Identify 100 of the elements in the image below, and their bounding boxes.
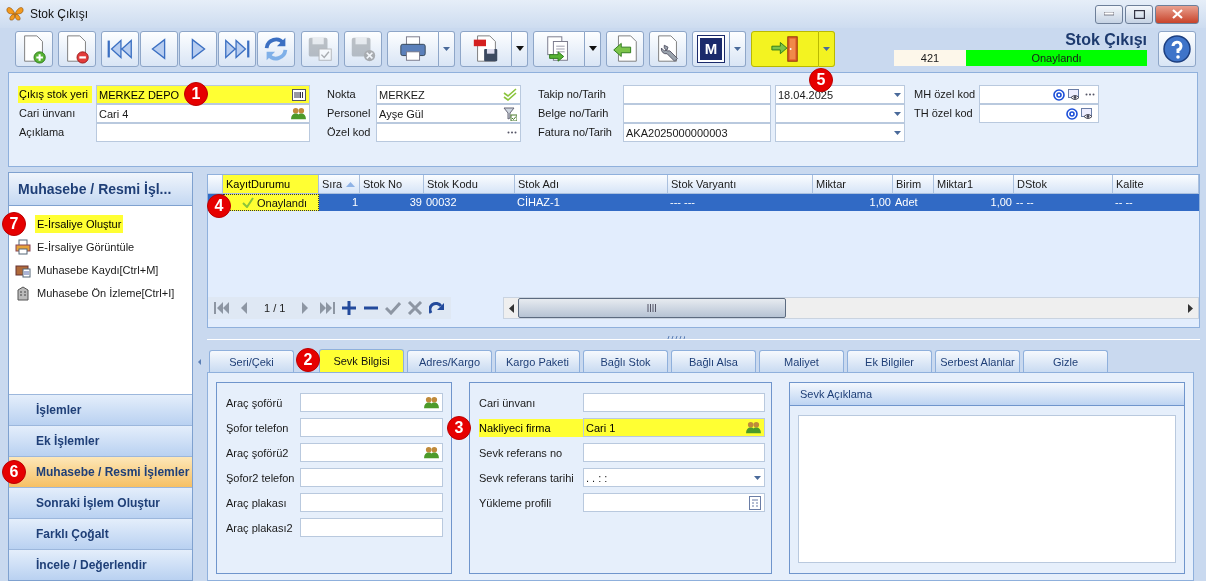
horizontal-scrollbar[interactable] xyxy=(503,297,1199,320)
eye-icon xyxy=(1068,88,1082,101)
column-header[interactable]: Stok No xyxy=(360,175,424,194)
menu-item[interactable]: Muhasebe Kaydı[Ctrl+M] xyxy=(35,261,161,280)
tab[interactable]: Bağlı Stok xyxy=(583,350,668,373)
column-header[interactable]: Stok Kodu xyxy=(424,175,515,194)
dropdown-field[interactable] xyxy=(775,104,905,124)
tab[interactable]: Sevk Bilgisi xyxy=(319,349,404,373)
tab[interactable]: Serbest Alanlar xyxy=(935,350,1020,373)
caret-icon xyxy=(754,475,761,480)
caret-icon xyxy=(894,130,901,135)
letter-button[interactable]: M xyxy=(692,30,730,67)
dropdown-field[interactable] xyxy=(775,123,905,143)
printer-icon xyxy=(398,33,428,64)
dropdown-button[interactable] xyxy=(585,30,601,67)
menu-item[interactable]: E-İrsaliye Oluştur xyxy=(35,215,124,234)
menu-item[interactable]: E-İrsaliye Görüntüle xyxy=(35,238,137,257)
tab[interactable]: Bağlı Alsa xyxy=(671,350,756,373)
input-field[interactable]: MERKEZ xyxy=(376,85,521,105)
input-field[interactable] xyxy=(376,123,521,143)
field-label: Yükleme profili xyxy=(479,495,553,511)
dropdown-field[interactable]: 18.04.2025 xyxy=(775,85,905,105)
tab[interactable]: Gizle xyxy=(1023,350,1108,373)
first-button[interactable] xyxy=(101,30,139,67)
section-button[interactable]: Sonraki İşlem Oluştur xyxy=(9,487,192,518)
input-field[interactable]: Cari 4 xyxy=(96,104,310,124)
printer-icon xyxy=(15,239,31,256)
help-button[interactable] xyxy=(1158,30,1196,67)
section-button[interactable]: İncele / Değerlendir xyxy=(9,549,192,580)
column-header[interactable]: Sıra xyxy=(319,175,360,194)
pdf-button[interactable] xyxy=(460,30,512,67)
delete-button[interactable] xyxy=(58,30,96,67)
tab[interactable]: Seri/Çeki xyxy=(209,350,294,373)
splitter-grip-icon xyxy=(667,336,685,340)
exit-button[interactable] xyxy=(751,30,819,67)
refresh-button[interactable] xyxy=(257,30,295,67)
table-cell-text: 1,00 xyxy=(989,195,1013,211)
close-button[interactable] xyxy=(1155,4,1199,24)
input-field[interactable]: Ayşe Gül xyxy=(376,104,521,124)
maximize-button[interactable] xyxy=(1125,4,1153,24)
callout-badge: 7 xyxy=(2,212,26,237)
input-field[interactable] xyxy=(623,104,771,124)
table-cell-text: 1,00 xyxy=(868,195,892,211)
new-button[interactable] xyxy=(15,30,53,67)
input-field[interactable] xyxy=(583,393,765,413)
field-label: Nakliyeci firma xyxy=(479,418,583,437)
input-field[interactable] xyxy=(300,418,443,438)
field-label: MH özel kod xyxy=(913,87,975,103)
column-header[interactable]: DStok xyxy=(1014,175,1113,194)
last-button[interactable] xyxy=(218,30,256,67)
tab[interactable]: Ek Bilgiler xyxy=(847,350,932,373)
callout-badge: 4 xyxy=(207,194,231,219)
input-field[interactable] xyxy=(583,443,765,463)
input-field[interactable] xyxy=(300,393,443,413)
tab[interactable]: Adres/Kargo xyxy=(407,350,492,373)
input-field[interactable] xyxy=(300,468,443,488)
column-header[interactable]: Stok Adı xyxy=(515,175,668,194)
column-header[interactable]: Stok Varyantı xyxy=(668,175,813,194)
column-header[interactable]: Birim xyxy=(893,175,934,194)
previous-button[interactable] xyxy=(140,30,178,67)
input-field[interactable] xyxy=(623,85,771,105)
menu-item[interactable]: Muhasebe Ön İzleme[Ctrl+I] xyxy=(35,284,177,303)
caret-icon xyxy=(515,46,524,52)
section-button[interactable]: Ek İşlemler xyxy=(9,425,192,456)
panel-title: Muhasebe / Resmi İşl... xyxy=(9,173,192,207)
input-field[interactable] xyxy=(300,518,443,538)
scrollbar-thumb[interactable] xyxy=(518,298,787,319)
settings-button[interactable] xyxy=(649,30,687,67)
input-field[interactable] xyxy=(583,493,765,513)
people-icon xyxy=(424,445,439,460)
input-field[interactable] xyxy=(300,493,443,513)
next-button[interactable] xyxy=(179,30,217,67)
column-header[interactable]: Miktar1 xyxy=(934,175,1014,194)
at-icon xyxy=(1053,88,1065,101)
input-field[interactable] xyxy=(979,104,1099,124)
column-header[interactable]: Kalite xyxy=(1113,175,1199,194)
people-icon xyxy=(746,420,761,435)
input-field[interactable]: AKA2025000000003 xyxy=(623,123,771,143)
last-icon xyxy=(319,301,336,316)
section-button[interactable]: Farklı Çoğalt xyxy=(9,518,192,549)
sort-ascending-icon xyxy=(346,181,356,187)
tab[interactable]: Maliyet xyxy=(759,350,844,373)
dropdown-field[interactable]: . . : : xyxy=(583,468,765,488)
section-button[interactable]: İşlemler xyxy=(9,394,192,425)
exit-door-icon xyxy=(770,33,800,64)
tab[interactable]: Kargo Paketi xyxy=(495,350,580,373)
field-label: Açıklama xyxy=(18,125,66,141)
print-button[interactable] xyxy=(387,30,439,67)
import-button[interactable] xyxy=(606,30,644,67)
check-icon xyxy=(385,301,402,316)
column-header[interactable]: KayıtDurumu xyxy=(223,175,319,194)
input-field[interactable] xyxy=(979,85,1099,105)
column-header[interactable]: Miktar xyxy=(813,175,893,194)
input-field[interactable] xyxy=(96,123,310,143)
minimize-button[interactable] xyxy=(1095,4,1123,24)
input-field[interactable] xyxy=(300,443,443,463)
input-field[interactable]: Cari 1 xyxy=(583,418,765,438)
dropdown-button[interactable] xyxy=(512,30,528,67)
first-icon xyxy=(214,301,230,316)
copy-button[interactable] xyxy=(533,30,585,67)
